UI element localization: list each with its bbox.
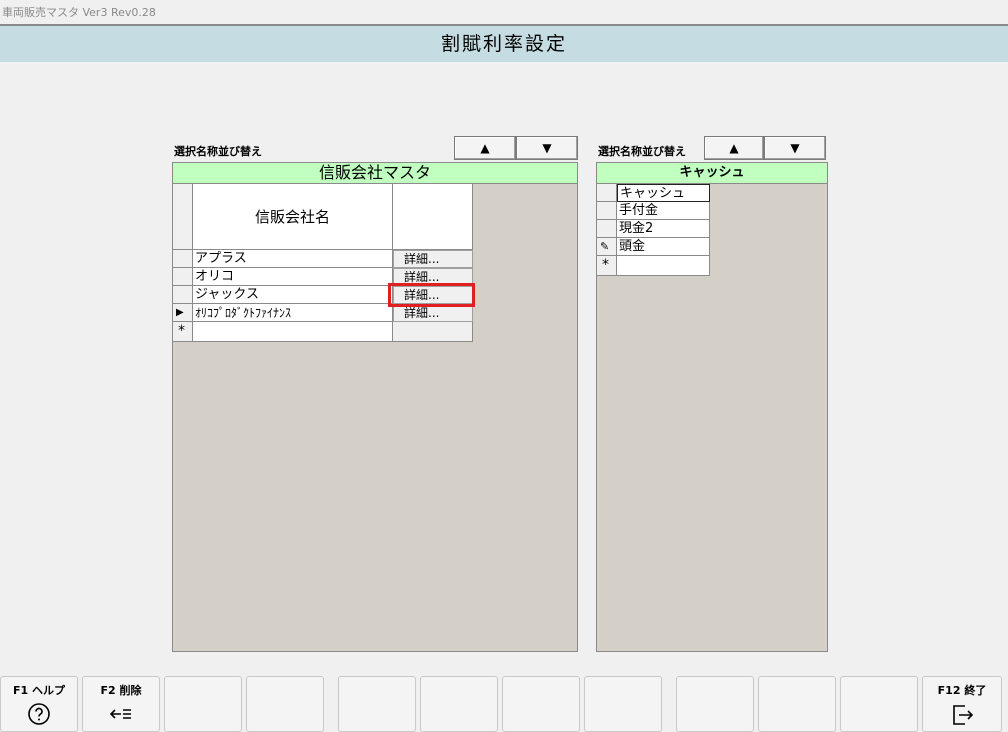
table-row[interactable]: 頭金 bbox=[617, 238, 710, 256]
table-row[interactable]: アプラス bbox=[193, 250, 393, 268]
left-panel: 信販会社マスタ 信販会社名 アプラス 詳細... オリコ 詳細... ジャックス… bbox=[172, 162, 578, 652]
cash-cell: 現金2 bbox=[619, 221, 654, 236]
company-name-cell: アプラス bbox=[195, 251, 247, 266]
f2-delete-button[interactable]: F2 削除 bbox=[82, 676, 160, 732]
delete-back-icon bbox=[109, 709, 131, 719]
window-titlebar: 車両販売マスタ Ver3 Rev0.28 bbox=[0, 0, 1008, 24]
row-selector-new[interactable]: * bbox=[173, 322, 193, 342]
f12-label: F12 終了 bbox=[937, 684, 987, 697]
f6-blank-button[interactable] bbox=[420, 676, 498, 732]
page-title: 割賦利率設定 bbox=[440, 33, 567, 55]
row-selector[interactable] bbox=[173, 268, 193, 286]
f10-blank-button[interactable] bbox=[758, 676, 836, 732]
company-name-cell: ジャックス bbox=[195, 287, 259, 302]
row-selector[interactable] bbox=[597, 202, 617, 220]
table-row[interactable]: ジャックス bbox=[193, 286, 393, 304]
cash-cell: 頭金 bbox=[619, 239, 646, 254]
row-selector[interactable] bbox=[173, 286, 193, 304]
cash-grid: キャッシュ 手付金 現金2 ✎ 頭金 * bbox=[597, 184, 710, 276]
f4-blank-button[interactable] bbox=[246, 676, 324, 732]
window-title: 車両販売マスタ Ver3 Rev0.28 bbox=[2, 6, 156, 19]
highlight-box bbox=[388, 283, 475, 307]
cash-cell: 手付金 bbox=[619, 203, 659, 218]
right-sort-up-button[interactable]: ▲ bbox=[704, 136, 764, 160]
f8-blank-button[interactable] bbox=[584, 676, 662, 732]
right-panel-title: キャッシュ bbox=[597, 163, 827, 184]
company-name-cell: オリコ bbox=[195, 269, 235, 284]
row-selector[interactable] bbox=[597, 220, 617, 238]
new-row-cell[interactable] bbox=[617, 256, 710, 276]
new-row-icon: * bbox=[178, 323, 185, 339]
left-sort-down-button[interactable]: ▼ bbox=[516, 136, 578, 160]
credit-company-grid: 信販会社名 アプラス 詳細... オリコ 詳細... ジャックス 詳細... ▶… bbox=[173, 184, 473, 342]
help-circle-icon bbox=[28, 703, 50, 725]
new-row-detail-cell bbox=[393, 322, 473, 342]
left-sort-up-button[interactable]: ▲ bbox=[454, 136, 516, 160]
left-sort-label: 選択名称並び替え bbox=[174, 145, 262, 158]
new-row-icon: * bbox=[602, 257, 609, 273]
cash-cell: キャッシュ bbox=[620, 186, 686, 201]
column-header-detail bbox=[393, 184, 473, 250]
f9-blank-button[interactable] bbox=[676, 676, 754, 732]
detail-button[interactable]: 詳細... bbox=[393, 250, 473, 268]
column-header-label: 信販会社名 bbox=[254, 208, 330, 226]
new-row-cell[interactable] bbox=[193, 322, 393, 342]
table-row[interactable]: オリコ bbox=[193, 268, 393, 286]
table-row[interactable]: ｵﾘｺﾌﾟﾛﾀﾞｸﾄﾌｧｲﾅﾝｽ bbox=[193, 304, 393, 322]
table-row[interactable]: キャッシュ bbox=[617, 184, 710, 202]
function-key-bar: F1 ヘルプ F2 削除 F12 終了 bbox=[0, 676, 1008, 732]
f11-blank-button[interactable] bbox=[840, 676, 918, 732]
row-selector-header bbox=[173, 184, 193, 250]
f5-blank-button[interactable] bbox=[338, 676, 416, 732]
f7-blank-button[interactable] bbox=[502, 676, 580, 732]
row-selector[interactable] bbox=[173, 250, 193, 268]
f1-help-button[interactable]: F1 ヘルプ bbox=[0, 676, 78, 732]
f1-label: F1 ヘルプ bbox=[13, 684, 65, 697]
right-sort-label: 選択名称並び替え bbox=[598, 145, 686, 158]
row-selector[interactable] bbox=[597, 184, 617, 202]
f3-blank-button[interactable] bbox=[164, 676, 242, 732]
row-selector-new[interactable]: * bbox=[597, 256, 617, 276]
pencil-icon: ✎ bbox=[600, 240, 610, 253]
exit-icon bbox=[953, 705, 974, 725]
right-panel: キャッシュ キャッシュ 手付金 現金2 ✎ 頭金 * bbox=[596, 162, 828, 652]
f2-label: F2 削除 bbox=[100, 684, 142, 697]
row-selector-editing[interactable]: ✎ bbox=[597, 238, 617, 256]
column-header-name: 信販会社名 bbox=[193, 184, 393, 250]
left-panel-title: 信販会社マスタ bbox=[173, 163, 577, 184]
table-row[interactable]: 手付金 bbox=[617, 202, 710, 220]
current-row-icon: ▶ bbox=[176, 307, 184, 318]
right-sort-down-button[interactable]: ▼ bbox=[764, 136, 826, 160]
table-row[interactable]: 現金2 bbox=[617, 220, 710, 238]
f12-exit-button[interactable]: F12 終了 bbox=[922, 676, 1002, 732]
page-header: 割賦利率設定 bbox=[0, 24, 1008, 62]
row-selector-current[interactable]: ▶ bbox=[173, 304, 193, 322]
company-name-cell: ｵﾘｺﾌﾟﾛﾀﾞｸﾄﾌｧｲﾅﾝｽ bbox=[195, 306, 292, 320]
